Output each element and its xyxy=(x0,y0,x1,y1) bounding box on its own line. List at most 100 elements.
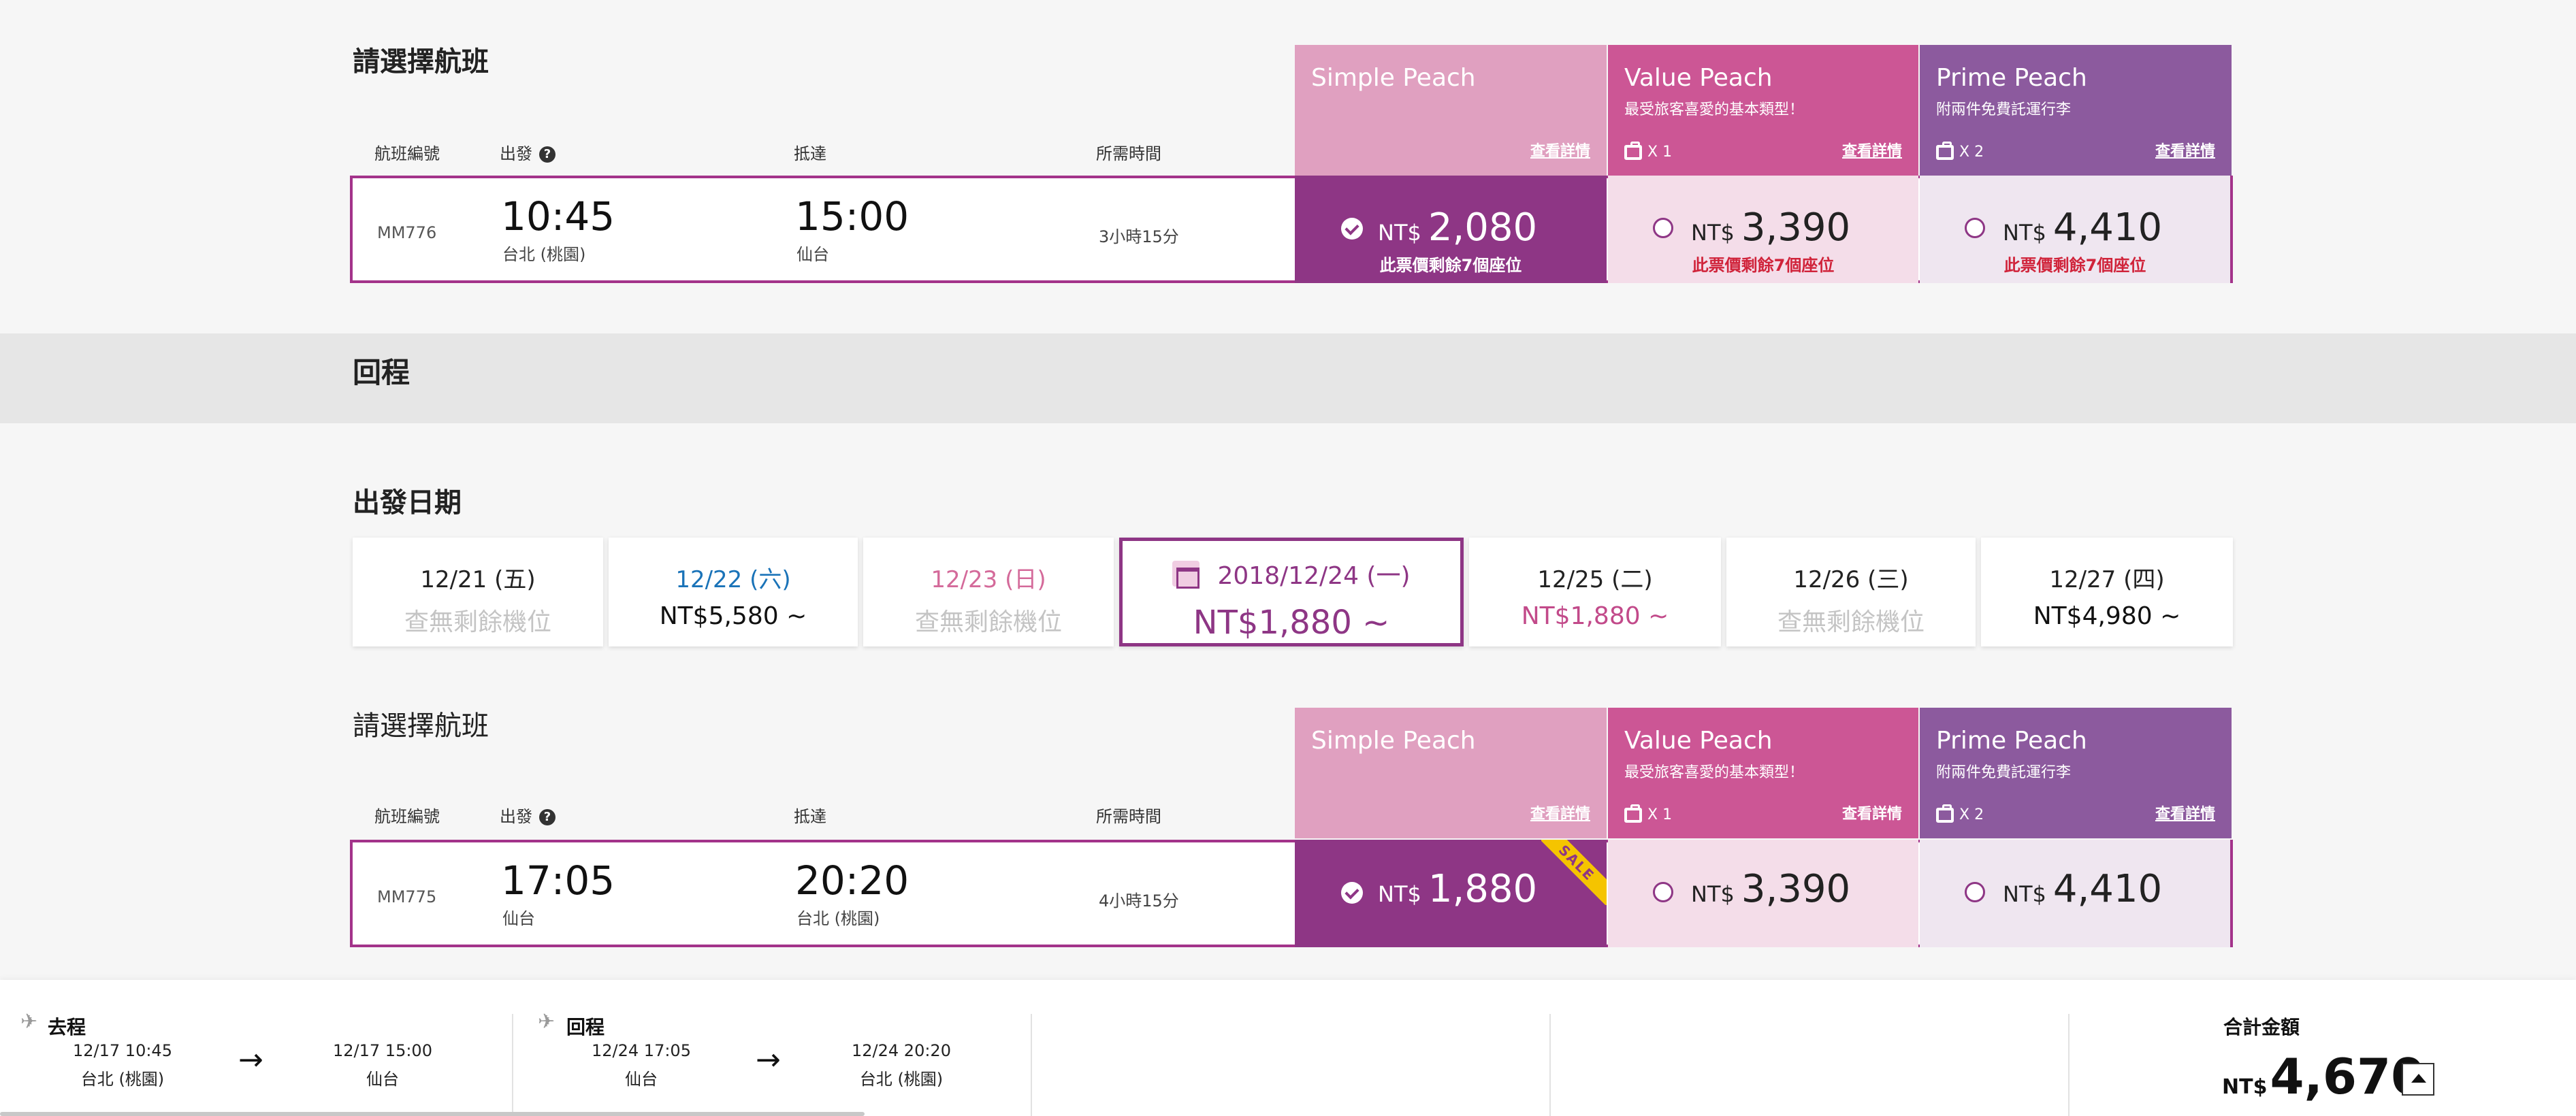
seats-remaining: 此票價剩餘7個座位 xyxy=(2003,256,2146,275)
flight-duration: 4小時15分 xyxy=(1099,891,1179,910)
col-duration: 所需時間 xyxy=(1096,144,1161,163)
horizontal-scrollbar[interactable] xyxy=(0,1112,865,1116)
view-details-link[interactable]: 查看詳情 xyxy=(2155,802,2215,823)
col-flight-no: 航班編號 xyxy=(374,807,440,826)
summary-divider xyxy=(512,1014,513,1116)
radio-button[interactable] xyxy=(1965,882,1985,902)
baggage-count: X 2 xyxy=(1959,144,1984,161)
fare-name: Value Peach xyxy=(1624,64,1773,92)
fare-option-value[interactable]: NT$ 3,390 xyxy=(1608,840,1918,947)
date-tab[interactable]: 12/23 (日) 查無剩餘機位 xyxy=(863,538,1114,646)
date-label-active: 2018/12/24 (一) xyxy=(1123,556,1460,591)
total-label: 合計金額 xyxy=(2223,1016,2300,1038)
caret-up-icon[interactable] xyxy=(2402,1063,2434,1096)
baggage-allowance: X 2 xyxy=(1936,141,1984,161)
summary-return-label: 回程 xyxy=(566,1016,605,1038)
summary-outbound-arr-datetime: 12/17 15:00 xyxy=(333,1041,432,1060)
outbound-section-title: 請選擇航班 xyxy=(353,46,489,78)
radio-button[interactable] xyxy=(1653,882,1673,902)
summary-outbound-arr-place: 仙台 xyxy=(366,1070,399,1089)
date-label: 12/22 (六) xyxy=(675,566,791,593)
arrive-place: 台北 (桃園) xyxy=(796,909,880,928)
total-currency: NT$ xyxy=(2222,1075,2268,1099)
radio-button[interactable] xyxy=(1965,218,1985,238)
baggage-count: X 1 xyxy=(1647,806,1673,823)
summary-divider xyxy=(1549,1014,1551,1116)
date-tab[interactable]: 12/27 (四) NT$4,980 ~ xyxy=(1981,538,2233,646)
baggage-allowance: X 1 xyxy=(1624,141,1673,161)
flight-row-return[interactable]: MM775 17:05 仙台 20:20 台北 (桃園) 4小時15分 NT$ … xyxy=(350,840,2233,947)
suitcase-icon xyxy=(1936,804,1954,823)
question-circle-icon[interactable]: ? xyxy=(539,809,556,825)
fare-option-prime[interactable]: NT$ 4,410 此票價剩餘7個座位 xyxy=(1920,176,2230,283)
fare-price: NT$ 4,410 xyxy=(2003,206,2162,250)
date-tab[interactable]: 12/26 (三) 查無剩餘機位 xyxy=(1726,538,1976,646)
price-currency: NT$ xyxy=(1378,220,1421,246)
summary-outbound-label: 去程 xyxy=(48,1016,86,1038)
depart-time: 10:45 xyxy=(501,193,615,240)
active-date: 2018/12/24 (一) xyxy=(1217,562,1411,590)
date-tab[interactable]: 12/21 (五) 查無剩餘機位 xyxy=(353,538,603,646)
baggage-count: X 1 xyxy=(1647,144,1673,161)
depart-place: 台北 (桃園) xyxy=(502,245,586,264)
col-arrive: 抵達 xyxy=(794,144,826,163)
fare-name: Simple Peach xyxy=(1311,727,1476,755)
flight-row-outbound[interactable]: MM776 10:45 台北 (桃園) 15:00 仙台 3小時15分 NT$ … xyxy=(350,176,2233,283)
date-tab-active[interactable]: 2018/12/24 (一) NT$1,880 ~ xyxy=(1119,538,1464,646)
fare-header-value: Value Peach 最受旅客喜愛的基本類型！ X 1 查看詳情 xyxy=(1608,45,1918,176)
summary-return-arr-datetime: 12/24 20:20 xyxy=(852,1041,951,1060)
baggage-allowance: X 2 xyxy=(1936,804,1984,823)
price-amount: 3,390 xyxy=(1741,206,1851,250)
date-price: NT$5,580 ~ xyxy=(659,602,807,630)
date-price: NT$4,980 ~ xyxy=(2033,602,2181,630)
view-details-link[interactable]: 查看詳情 xyxy=(1530,802,1590,823)
fare-option-simple[interactable]: NT$ 1,880 SALE xyxy=(1295,840,1607,947)
question-circle-icon[interactable]: ? xyxy=(539,146,556,163)
col-depart-label: 出發 xyxy=(500,144,532,163)
view-details-link[interactable]: 查看詳情 xyxy=(2155,139,2215,161)
check-circle-icon xyxy=(1341,218,1363,240)
col-depart-label: 出發 xyxy=(500,807,532,826)
sale-badge-label: SALE xyxy=(1541,840,1607,905)
depart-time: 17:05 xyxy=(501,857,615,904)
fare-header-simple: Simple Peach 查看詳情 xyxy=(1295,45,1607,176)
fare-option-simple[interactable]: NT$ 2,080 此票價剩餘7個座位 xyxy=(1295,176,1607,283)
fare-price: NT$ 4,410 xyxy=(2003,867,2162,911)
arrive-time: 20:20 xyxy=(795,857,909,904)
plane-icon: ✈ xyxy=(20,1010,38,1034)
date-price: NT$1,880 ~ xyxy=(1193,604,1390,642)
fare-header-prime: Prime Peach 附兩件免費託運行李 X 2 查看詳情 xyxy=(1920,45,2232,176)
fare-price: NT$ 3,390 xyxy=(1691,206,1850,250)
fare-header-simple: Simple Peach 查看詳情 xyxy=(1295,708,1607,838)
view-details-link[interactable]: 查看詳情 xyxy=(1530,139,1590,161)
fare-price: NT$ 2,080 xyxy=(1378,206,1537,250)
fare-name: Prime Peach xyxy=(1936,64,2087,92)
date-price: 查無剩餘機位 xyxy=(914,608,1062,636)
price-currency: NT$ xyxy=(2003,220,2046,246)
depart-place: 仙台 xyxy=(502,909,535,928)
price-amount: 2,080 xyxy=(1428,206,1538,250)
summary-outbound-dep-place: 台北 (桃園) xyxy=(80,1070,165,1089)
fare-subtitle: 最受旅客喜愛的基本類型！ xyxy=(1624,101,1805,118)
return-band: 回程 xyxy=(0,333,2576,423)
view-details-link[interactable]: 查看詳情 xyxy=(1842,802,1902,823)
suitcase-icon xyxy=(1936,141,1954,160)
date-tab[interactable]: 12/25 (二) NT$1,880 ~ xyxy=(1469,538,1721,646)
date-price: 查無剩餘機位 xyxy=(404,608,551,636)
flight-number: MM776 xyxy=(377,223,437,242)
fare-option-value[interactable]: NT$ 3,390 此票價剩餘7個座位 xyxy=(1608,176,1918,283)
view-details-link[interactable]: 查看詳情 xyxy=(1842,139,1902,161)
summary-return-dep-place: 仙台 xyxy=(625,1070,658,1089)
date-label: 12/21 (五) xyxy=(420,566,536,593)
flight-duration: 3小時15分 xyxy=(1099,227,1179,246)
total-amount: NT$ 4,670 xyxy=(2222,1048,2425,1105)
radio-button[interactable] xyxy=(1653,218,1673,238)
fare-option-prime[interactable]: NT$ 4,410 xyxy=(1920,840,2230,947)
col-flight-no: 航班編號 xyxy=(374,144,440,163)
date-tab[interactable]: 12/22 (六) NT$5,580 ~ xyxy=(609,538,858,646)
booking-summary-bar: ✈ 去程 12/17 10:45 台北 (桃園) → 12/17 15:00 仙… xyxy=(0,980,2576,1116)
fare-subtitle: 附兩件免費託運行李 xyxy=(1936,764,2072,781)
col-depart: 出發? xyxy=(500,803,556,827)
check-circle-icon xyxy=(1341,882,1363,904)
fare-name: Prime Peach xyxy=(1936,727,2087,755)
